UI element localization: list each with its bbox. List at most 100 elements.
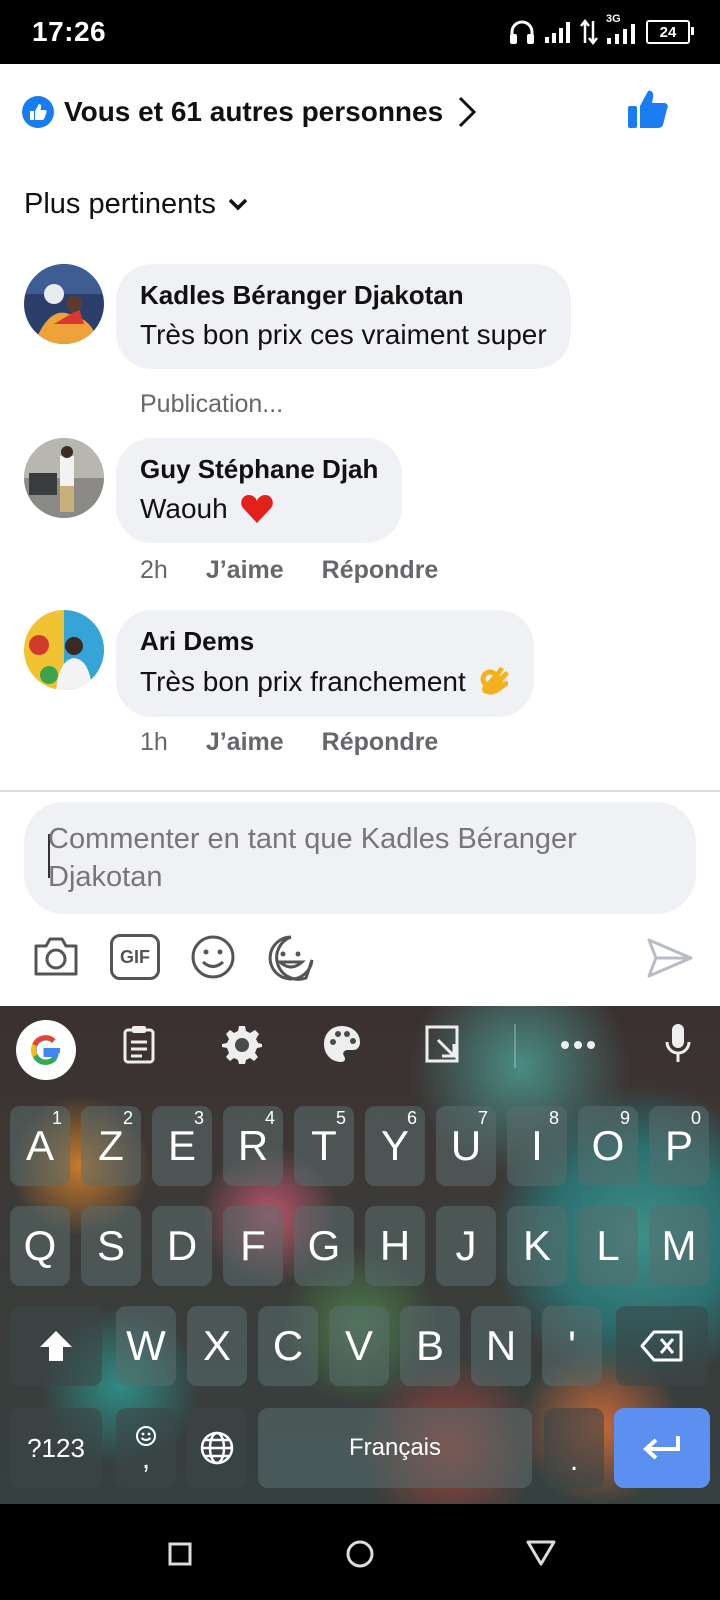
key-H[interactable]: H bbox=[365, 1206, 425, 1286]
status-time: 17:26 bbox=[32, 16, 107, 47]
comment-bubble[interactable]: Guy Stéphane Djah Waouh bbox=[116, 438, 403, 543]
symbols-key[interactable]: ?123 bbox=[10, 1408, 102, 1488]
toolbar-divider bbox=[514, 1024, 516, 1068]
key-J[interactable]: J bbox=[436, 1206, 496, 1286]
key-E[interactable]: E3 bbox=[152, 1106, 212, 1186]
keyboard: A1 Z2 E3 R4 T5 Y6 U7 I8 O9 P0 Q S D F G … bbox=[0, 1006, 720, 1504]
avatar[interactable] bbox=[24, 610, 104, 690]
shift-key[interactable] bbox=[10, 1306, 102, 1386]
home-icon[interactable] bbox=[346, 1540, 374, 1568]
comment-author[interactable]: Guy Stéphane Djah bbox=[140, 454, 378, 485]
key-label: P bbox=[664, 1122, 693, 1169]
red-heart-icon bbox=[240, 495, 273, 523]
comment-author[interactable]: Kadles Béranger Djakotan bbox=[140, 280, 547, 311]
status-icons: 3G 24 bbox=[508, 13, 694, 46]
period-key[interactable]: . bbox=[544, 1408, 604, 1488]
key-label: U bbox=[450, 1122, 482, 1169]
data-transfer-icon bbox=[580, 19, 598, 45]
key-Z[interactable]: Z2 bbox=[81, 1106, 141, 1186]
avatar[interactable] bbox=[24, 264, 104, 344]
key-L[interactable]: L bbox=[578, 1206, 638, 1286]
reactions-text: Vous et 61 autres personnes bbox=[64, 96, 444, 127]
enter-arrow-icon bbox=[643, 1436, 680, 1460]
comment-text-row: Waouh bbox=[140, 493, 378, 525]
comment-meta: Publication... bbox=[140, 390, 283, 419]
microphone-icon[interactable] bbox=[664, 1022, 692, 1064]
key-W[interactable]: W bbox=[116, 1306, 176, 1386]
key-Q[interactable]: Q bbox=[10, 1206, 70, 1286]
like-button-icon[interactable] bbox=[626, 88, 670, 130]
key-B[interactable]: B bbox=[400, 1306, 460, 1386]
key-O[interactable]: O9 bbox=[578, 1106, 638, 1186]
reply-link[interactable]: Répondre bbox=[322, 556, 439, 585]
key-M[interactable]: M bbox=[649, 1206, 709, 1286]
comment-author[interactable]: Ari Dems bbox=[140, 626, 510, 657]
like-link[interactable]: J’aime bbox=[206, 728, 284, 757]
navigation-bar bbox=[0, 1504, 720, 1600]
key-A[interactable]: A1 bbox=[10, 1106, 70, 1186]
key-label: I bbox=[531, 1122, 543, 1169]
clipboard-icon[interactable] bbox=[122, 1024, 156, 1064]
comment-bubble[interactable]: Kadles Béranger Djakotan Très bon prix c… bbox=[116, 264, 571, 369]
settings-gear-icon[interactable] bbox=[222, 1024, 262, 1064]
gif-icon[interactable]: GIF bbox=[110, 934, 160, 980]
enter-key[interactable] bbox=[614, 1408, 710, 1488]
one-handed-mode-icon[interactable] bbox=[424, 1024, 460, 1064]
key-apostrophe[interactable]: ' bbox=[542, 1306, 602, 1386]
reactions-summary[interactable]: Vous et 61 autres personnes bbox=[22, 92, 477, 132]
comment-time: 2h bbox=[140, 556, 168, 584]
camera-icon[interactable] bbox=[32, 934, 80, 978]
key-hint: 2 bbox=[122, 1108, 133, 1128]
space-key[interactable]: Français bbox=[258, 1408, 532, 1488]
key-V[interactable]: V bbox=[329, 1306, 389, 1386]
chevron-right-icon bbox=[459, 96, 477, 128]
key-K[interactable]: K bbox=[507, 1206, 567, 1286]
emoji-icon[interactable] bbox=[190, 934, 236, 980]
key-C[interactable]: C bbox=[258, 1306, 318, 1386]
key-N[interactable]: N bbox=[471, 1306, 531, 1386]
shift-arrow-icon bbox=[40, 1331, 72, 1361]
key-R[interactable]: R4 bbox=[223, 1106, 283, 1186]
key-hint: 9 bbox=[619, 1108, 630, 1128]
backspace-icon bbox=[640, 1330, 683, 1362]
key-T[interactable]: T5 bbox=[294, 1106, 354, 1186]
emoji-comma-key[interactable]: , bbox=[116, 1408, 176, 1488]
google-icon[interactable] bbox=[16, 1020, 76, 1080]
sort-dropdown[interactable]: Plus pertinents bbox=[24, 188, 248, 221]
key-F[interactable]: F bbox=[223, 1206, 283, 1286]
key-hint: 1 bbox=[51, 1108, 62, 1128]
key-U[interactable]: U7 bbox=[436, 1106, 496, 1186]
comment-meta: 1h J’aime Répondre bbox=[140, 728, 438, 757]
headphones-icon bbox=[510, 20, 534, 44]
avatar[interactable] bbox=[24, 438, 104, 518]
like-link[interactable]: J’aime bbox=[206, 556, 284, 585]
send-icon[interactable] bbox=[646, 936, 694, 980]
comment-bubble[interactable]: Ari Dems Très bon prix franchement bbox=[116, 610, 534, 717]
recent-apps-icon[interactable] bbox=[168, 1542, 192, 1566]
backspace-key[interactable] bbox=[616, 1306, 708, 1386]
sticker-icon[interactable] bbox=[266, 934, 316, 982]
key-P[interactable]: P0 bbox=[649, 1106, 709, 1186]
key-I[interactable]: I8 bbox=[507, 1106, 567, 1186]
comment-text: Très bon prix franchement bbox=[140, 666, 466, 697]
palette-icon[interactable] bbox=[322, 1024, 362, 1064]
key-X[interactable]: X bbox=[187, 1306, 247, 1386]
key-hint: 0 bbox=[690, 1108, 701, 1128]
key-hint: 4 bbox=[264, 1108, 275, 1128]
battery-icon: 24 bbox=[646, 20, 694, 44]
sort-label: Plus pertinents bbox=[24, 188, 216, 220]
key-hint: 8 bbox=[548, 1108, 559, 1128]
key-S[interactable]: S bbox=[81, 1206, 141, 1286]
key-label: R bbox=[237, 1122, 269, 1169]
reply-link[interactable]: Répondre bbox=[322, 728, 439, 757]
key-G[interactable]: G bbox=[294, 1206, 354, 1286]
like-reaction-icon bbox=[22, 96, 54, 128]
more-options-icon[interactable] bbox=[560, 1040, 596, 1050]
chevron-down-icon bbox=[228, 198, 248, 210]
language-key[interactable] bbox=[187, 1408, 247, 1488]
key-label: Z bbox=[98, 1122, 124, 1169]
comment-text: Waouh bbox=[140, 493, 228, 524]
key-D[interactable]: D bbox=[152, 1206, 212, 1286]
back-icon[interactable] bbox=[526, 1540, 556, 1566]
key-Y[interactable]: Y6 bbox=[365, 1106, 425, 1186]
